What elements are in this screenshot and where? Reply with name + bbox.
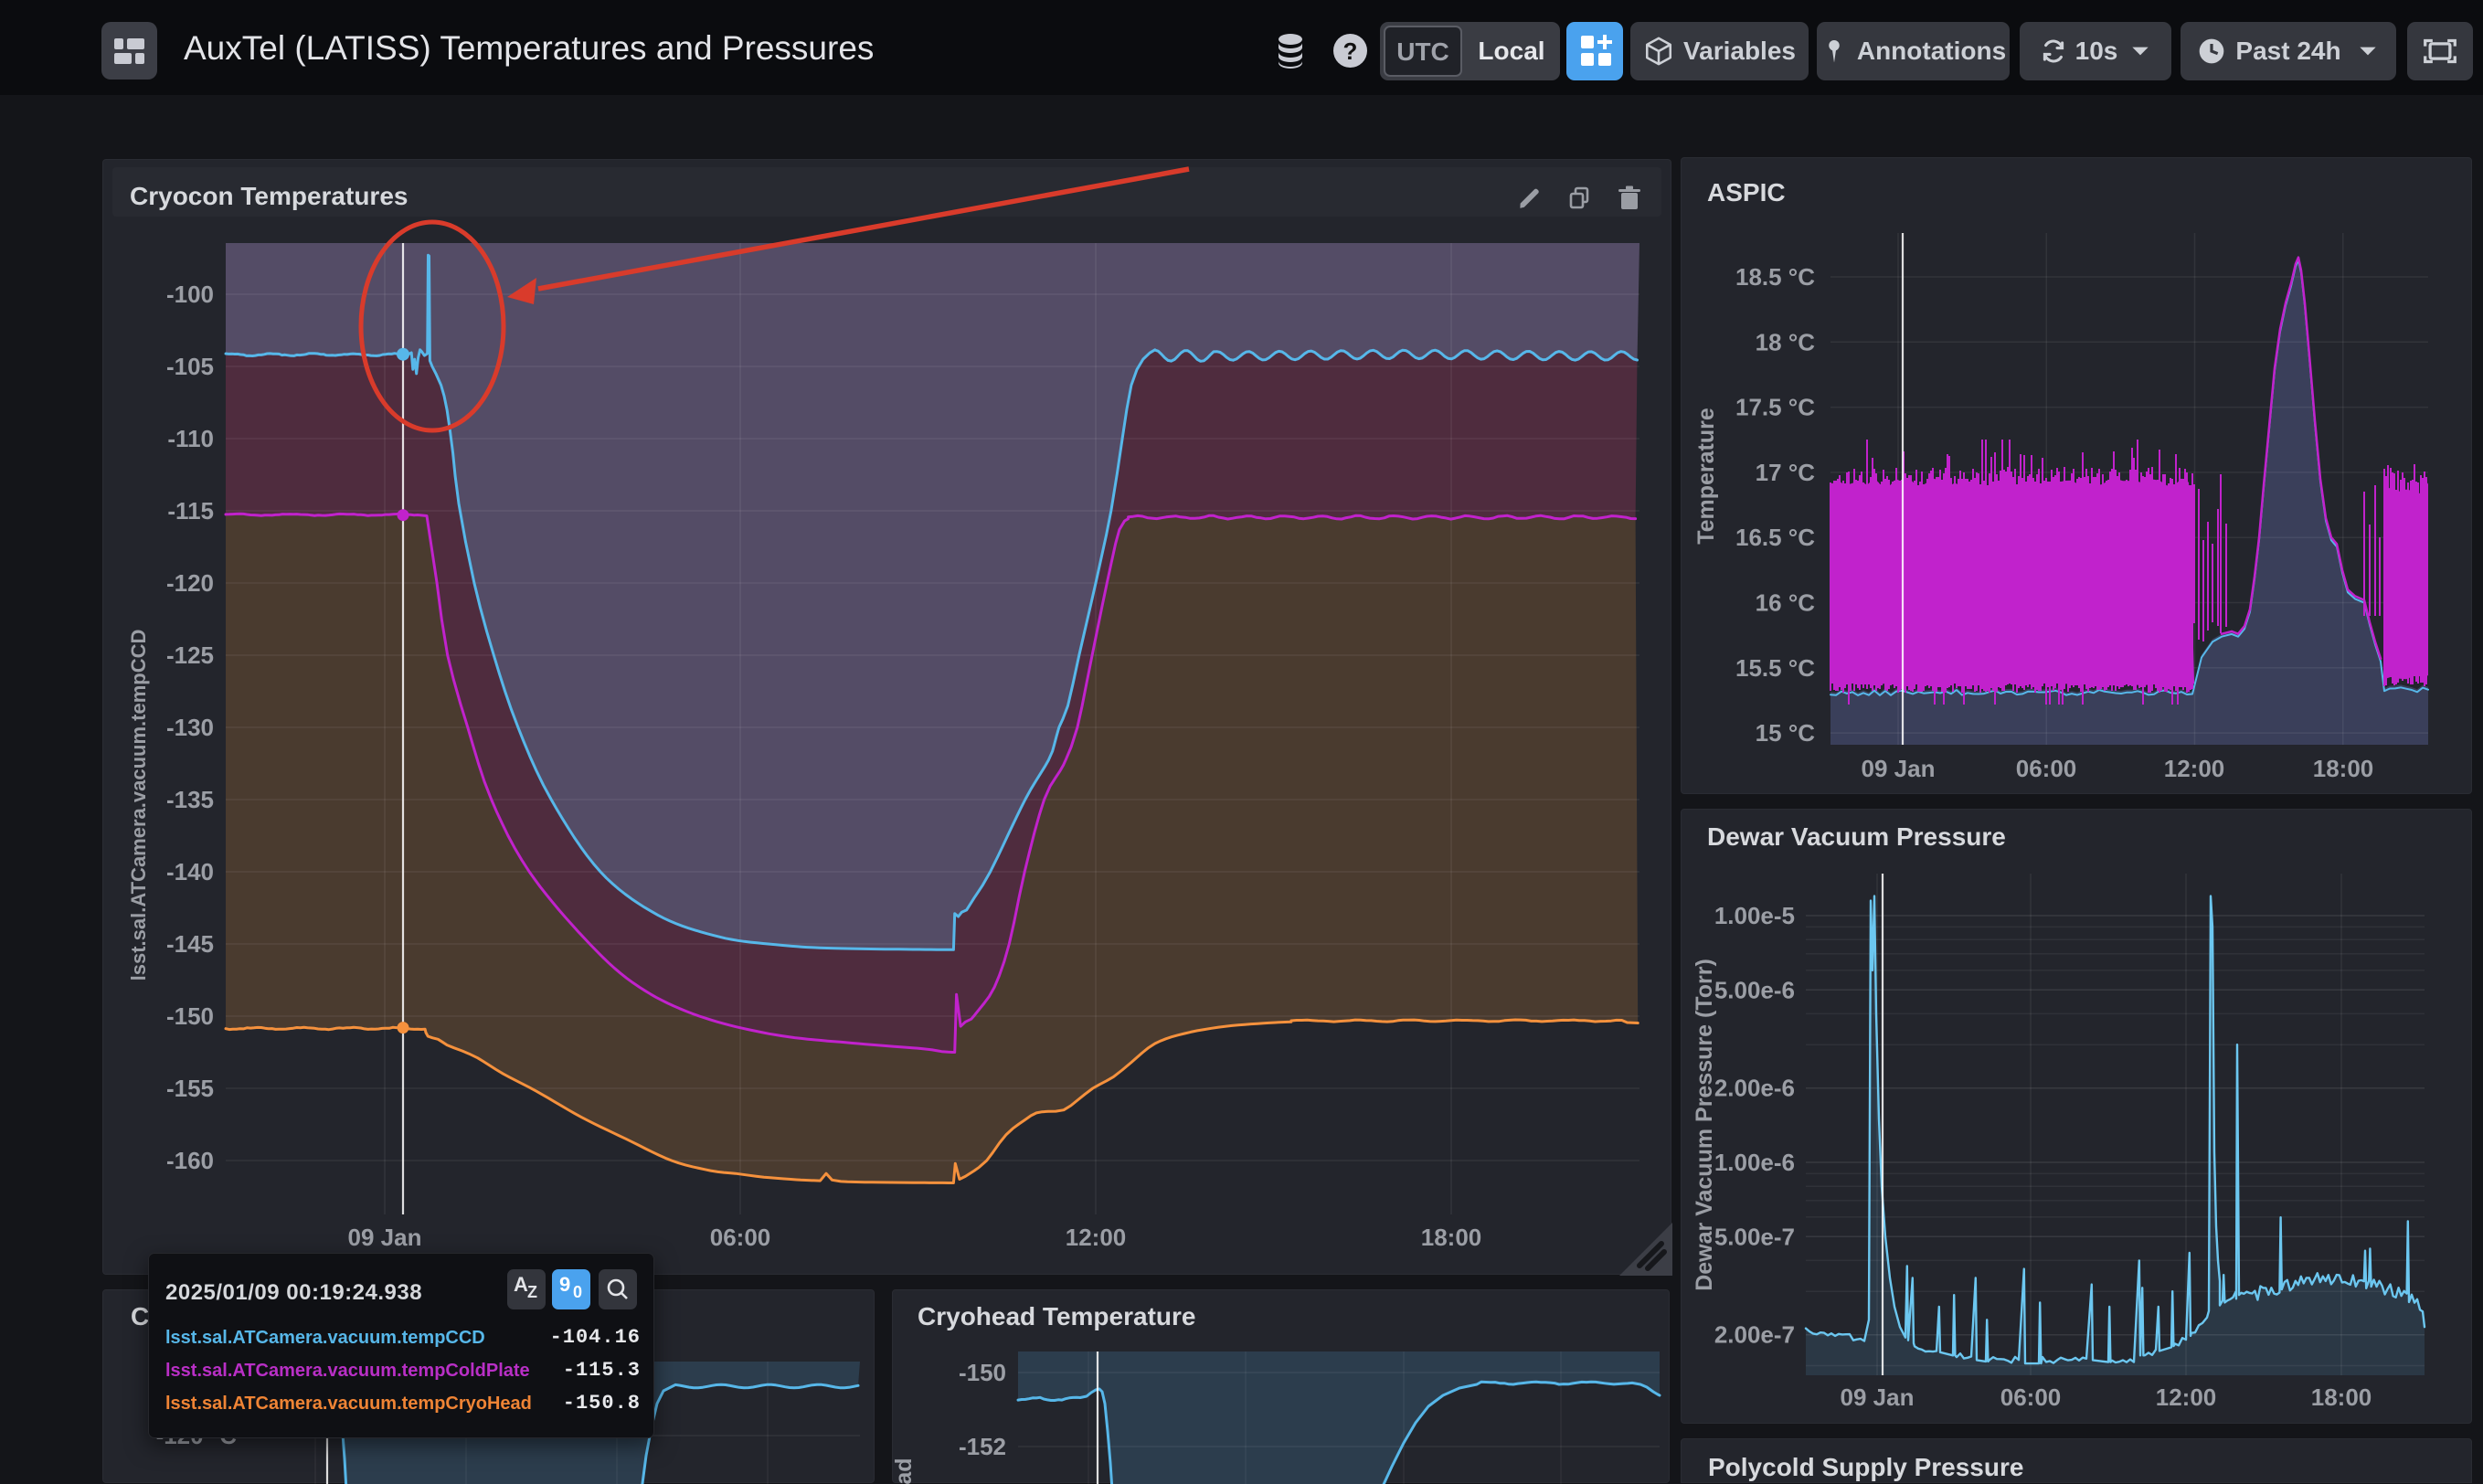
svg-text:-152: -152 xyxy=(959,1433,1006,1460)
svg-text:lsst.sal.ATCamera.vacuum.tempC: lsst.sal.ATCamera.vacuum.tempCryoHead xyxy=(893,1458,917,1484)
svg-text:-105: -105 xyxy=(166,353,214,380)
svg-text:2.00e-7: 2.00e-7 xyxy=(1714,1321,1795,1349)
svg-text:09 Jan: 09 Jan xyxy=(1862,755,1936,782)
svg-text:09 Jan: 09 Jan xyxy=(1841,1383,1915,1411)
svg-text:16.5 °C: 16.5 °C xyxy=(1735,524,1815,551)
svg-text:09 Jan: 09 Jan xyxy=(348,1224,422,1251)
svg-text:06:00: 06:00 xyxy=(2000,1383,2062,1411)
svg-text:-155: -155 xyxy=(166,1075,214,1102)
svg-text:-125: -125 xyxy=(166,641,214,669)
svg-text:-115: -115 xyxy=(167,497,214,525)
svg-text:-145: -145 xyxy=(166,930,214,958)
svg-text:-150: -150 xyxy=(959,1359,1006,1386)
svg-text:-110: -110 xyxy=(167,425,214,452)
svg-text:5.00e-7: 5.00e-7 xyxy=(1714,1223,1795,1250)
svg-text:12:00: 12:00 xyxy=(2156,1383,2217,1411)
svg-text:5.00e-6: 5.00e-6 xyxy=(1714,976,1795,1003)
svg-text:15 °C: 15 °C xyxy=(1756,719,1816,747)
svg-text:12:00: 12:00 xyxy=(1066,1224,1127,1251)
svg-text:06:00: 06:00 xyxy=(710,1224,771,1251)
svg-text:1.00e-6: 1.00e-6 xyxy=(1714,1149,1795,1176)
svg-text:-150: -150 xyxy=(166,1002,214,1030)
svg-text:-100: -100 xyxy=(166,281,214,308)
svg-text:18:00: 18:00 xyxy=(2311,1383,2372,1411)
svg-text:-160: -160 xyxy=(166,1147,214,1174)
svg-text:18 °C: 18 °C xyxy=(1756,328,1816,355)
svg-text:17.5 °C: 17.5 °C xyxy=(1735,394,1815,421)
svg-text:Dewar Vacuum Pressure (Torr): Dewar Vacuum Pressure (Torr) xyxy=(1692,959,1717,1291)
svg-text:18.5 °C: 18.5 °C xyxy=(1735,263,1815,291)
svg-text:-140: -140 xyxy=(166,858,214,885)
svg-text:-120: -120 xyxy=(166,569,214,597)
svg-text:17 °C: 17 °C xyxy=(1756,459,1816,486)
svg-text:-135: -135 xyxy=(166,786,214,813)
svg-text:Temperature: Temperature xyxy=(1693,408,1719,545)
svg-text:06:00: 06:00 xyxy=(2016,755,2077,782)
svg-text:15.5 °C: 15.5 °C xyxy=(1735,654,1815,682)
svg-text:lsst.sal.ATCamera.vacuum.tempC: lsst.sal.ATCamera.vacuum.tempCCD xyxy=(127,630,150,981)
svg-text:18:00: 18:00 xyxy=(1421,1224,1482,1251)
svg-text:2.00e-6: 2.00e-6 xyxy=(1714,1075,1795,1102)
svg-text:1.00e-5: 1.00e-5 xyxy=(1714,902,1795,929)
svg-text:16 °C: 16 °C xyxy=(1756,589,1816,617)
svg-text:12:00: 12:00 xyxy=(2164,755,2225,782)
svg-text:-130: -130 xyxy=(166,714,214,741)
svg-text:18:00: 18:00 xyxy=(2313,755,2374,782)
